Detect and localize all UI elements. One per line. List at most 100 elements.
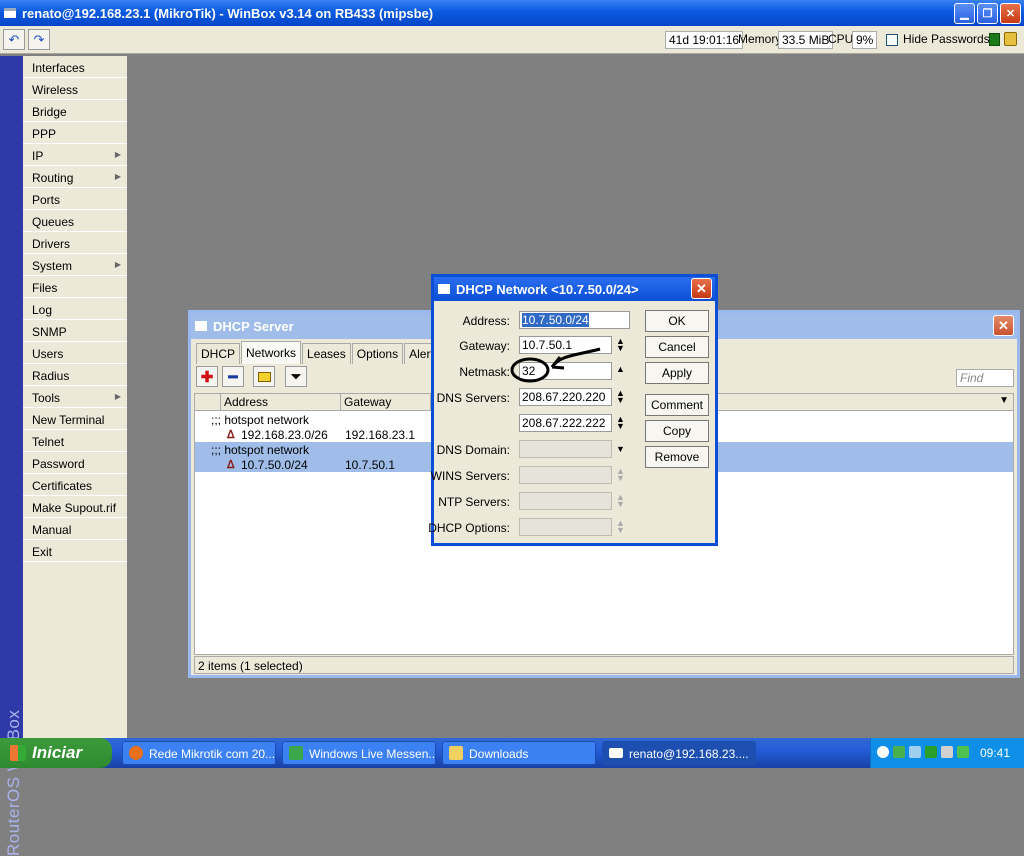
- find-input[interactable]: Find: [956, 369, 1014, 387]
- cancel-button[interactable]: Cancel: [645, 336, 709, 358]
- uptime-readout: 41d 19:01:16: [665, 31, 744, 49]
- sidebar-item-drivers[interactable]: Drivers: [23, 232, 127, 254]
- dns-server-2-spinner[interactable]: ▲ ▼: [616, 415, 625, 431]
- dns-domain-field[interactable]: [519, 440, 612, 458]
- address-value: 10.7.50.0/24: [522, 313, 589, 327]
- sidebar-item-users[interactable]: Users: [23, 342, 127, 364]
- wins-servers-field[interactable]: [519, 466, 612, 484]
- sidebar-item-telnet[interactable]: Telnet: [23, 430, 127, 452]
- dhcp-options-field[interactable]: [519, 518, 612, 536]
- tab-leases[interactable]: Leases: [302, 343, 351, 364]
- main-titlebar[interactable]: renato@192.168.23.1 (MikroTik) - WinBox …: [0, 0, 1024, 26]
- windows-logo-icon: [10, 745, 26, 761]
- dhcp-tabs: DHCP Networks Leases Options Alerts: [196, 341, 446, 365]
- sidebar-item-manual[interactable]: Manual: [23, 518, 127, 540]
- sidebar-item-routing[interactable]: Routing ▶: [23, 166, 127, 188]
- firefox-icon: [129, 746, 143, 760]
- add-button[interactable]: ✚: [196, 366, 218, 387]
- window-icon: [438, 284, 450, 294]
- window-icon: [195, 321, 207, 331]
- apply-button[interactable]: Apply: [645, 362, 709, 384]
- tab-networks[interactable]: Networks: [241, 341, 302, 364]
- undo-icon: ↶: [8, 31, 20, 47]
- row-comment: ;;; hotspot network: [211, 443, 310, 457]
- remove-button[interactable]: ━: [222, 366, 244, 387]
- sidebar-item-new-terminal[interactable]: New Terminal: [23, 408, 127, 430]
- sidebar-item-make-supout-rif[interactable]: Make Supout.rif: [23, 496, 127, 518]
- task-messenger[interactable]: Windows Live Messen...: [282, 741, 436, 765]
- sidebar-item-label: Files: [32, 281, 58, 295]
- security-icon[interactable]: [925, 746, 937, 758]
- task-downloads[interactable]: Downloads: [442, 741, 596, 765]
- redo-button[interactable]: ↷: [28, 29, 50, 50]
- network-icon[interactable]: [909, 746, 921, 758]
- lock-icon: [1004, 32, 1017, 46]
- remove-button[interactable]: Remove: [645, 446, 709, 468]
- tab-dhcp[interactable]: DHCP: [196, 343, 241, 364]
- sidebar-item-password[interactable]: Password: [23, 452, 127, 474]
- wins-servers-spinner[interactable]: ▲ ▼: [616, 467, 625, 483]
- sidebar-item-files[interactable]: Files: [23, 276, 127, 298]
- tray-app-icon[interactable]: [941, 746, 953, 758]
- dns-server-2-field[interactable]: 208.67.222.222: [519, 414, 612, 432]
- dialog-close-button[interactable]: ✕: [691, 278, 712, 299]
- sidebar-item-interfaces[interactable]: Interfaces: [23, 56, 127, 78]
- row-address: 10.7.50.0/24: [241, 458, 308, 472]
- maximize-button[interactable]: ❐: [977, 3, 998, 24]
- sidebar-item-bridge[interactable]: Bridge: [23, 100, 127, 122]
- tab-options[interactable]: Options: [351, 343, 404, 364]
- dialog-titlebar[interactable]: DHCP Network <10.7.50.0/24> ✕: [434, 277, 715, 301]
- address-field[interactable]: 10.7.50.0/24: [519, 311, 630, 329]
- sidebar-item-snmp[interactable]: SNMP: [23, 320, 127, 342]
- sidebar-item-log[interactable]: Log: [23, 298, 127, 320]
- column-header-address[interactable]: Address: [221, 394, 341, 410]
- task-firefox[interactable]: Rede Mikrotik com 20...: [122, 741, 276, 765]
- sidebar-item-label: Wireless: [32, 83, 79, 97]
- ok-button[interactable]: OK: [645, 310, 709, 332]
- sidebar-item-ports[interactable]: Ports: [23, 188, 127, 210]
- gateway-spinner[interactable]: ▲ ▼: [616, 337, 625, 353]
- ntp-servers-field[interactable]: [519, 492, 612, 510]
- column-header-gateway[interactable]: Gateway: [341, 394, 431, 410]
- sidebar-item-label: Manual: [32, 523, 72, 537]
- ntp-servers-label: NTP Servers:: [438, 495, 510, 509]
- ntp-servers-spinner[interactable]: ▲ ▼: [616, 493, 625, 509]
- close-button[interactable]: ✕: [1000, 3, 1021, 24]
- netmask-spinner[interactable]: ▲: [616, 365, 625, 374]
- undo-button[interactable]: ↶: [3, 29, 25, 50]
- update-icon[interactable]: [957, 746, 969, 758]
- dhcp-server-close-button[interactable]: ✕: [993, 315, 1014, 336]
- row-gateway: 10.7.50.1: [345, 458, 396, 472]
- start-button[interactable]: Iniciar: [0, 738, 112, 768]
- dhcp-options-spinner[interactable]: ▲ ▼: [616, 519, 625, 535]
- column-menu-icon[interactable]: ▼: [999, 395, 1009, 406]
- task-winbox[interactable]: renato@192.168.23....: [602, 741, 756, 765]
- hide-passwords-checkbox[interactable]: [886, 34, 898, 46]
- dns-server-1-field[interactable]: 208.67.220.220: [519, 388, 612, 406]
- sidebar-item-queues[interactable]: Queues: [23, 210, 127, 232]
- column-header-flags: [195, 394, 221, 410]
- sidebar-item-wireless[interactable]: Wireless: [23, 78, 127, 100]
- dns-server-1-spinner[interactable]: ▲ ▼: [616, 389, 625, 405]
- sidebar-item-exit[interactable]: Exit: [23, 540, 127, 562]
- sidebar-item-ppp[interactable]: PPP: [23, 122, 127, 144]
- minimize-button[interactable]: ▁: [954, 3, 975, 24]
- sidebar-item-tools[interactable]: Tools ▶: [23, 386, 127, 408]
- comment-icon: [257, 371, 271, 382]
- sidebar-item-ip[interactable]: IP ▶: [23, 144, 127, 166]
- minus-icon: ━: [228, 368, 238, 386]
- sidebar-item-system[interactable]: System ▶: [23, 254, 127, 276]
- sidebar-item-certificates[interactable]: Certificates: [23, 474, 127, 496]
- winbox-app-icon: [4, 8, 16, 18]
- messenger-tray-icon[interactable]: [893, 746, 905, 758]
- sidebar-item-label: Drivers: [32, 237, 70, 251]
- copy-button[interactable]: Copy: [645, 420, 709, 442]
- filter-button[interactable]: ⏷: [285, 366, 307, 387]
- hide-passwords-label: Hide Passwords: [903, 32, 990, 46]
- dns-domain-dropdown[interactable]: ▼: [616, 445, 625, 454]
- plus-icon: ✚: [200, 368, 214, 386]
- comment-button[interactable]: [253, 366, 275, 387]
- tray-expand-icon[interactable]: [877, 746, 889, 758]
- sidebar-item-radius[interactable]: Radius: [23, 364, 127, 386]
- comment-button[interactable]: Comment: [645, 394, 709, 416]
